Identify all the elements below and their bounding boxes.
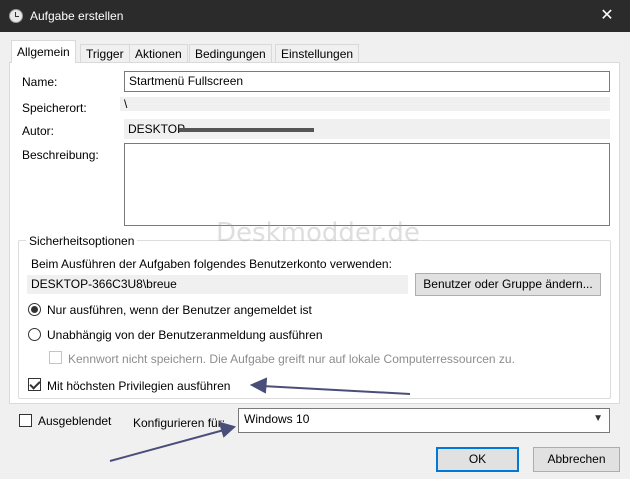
arrow-configure — [109, 429, 225, 462]
arrowhead-privileges — [249, 377, 268, 394]
tab-allgemein[interactable]: Allgemein — [11, 40, 76, 63]
annotation-arrows — [109, 377, 411, 462]
arrowhead-configure — [218, 421, 237, 438]
arrow-privileges — [261, 385, 411, 395]
